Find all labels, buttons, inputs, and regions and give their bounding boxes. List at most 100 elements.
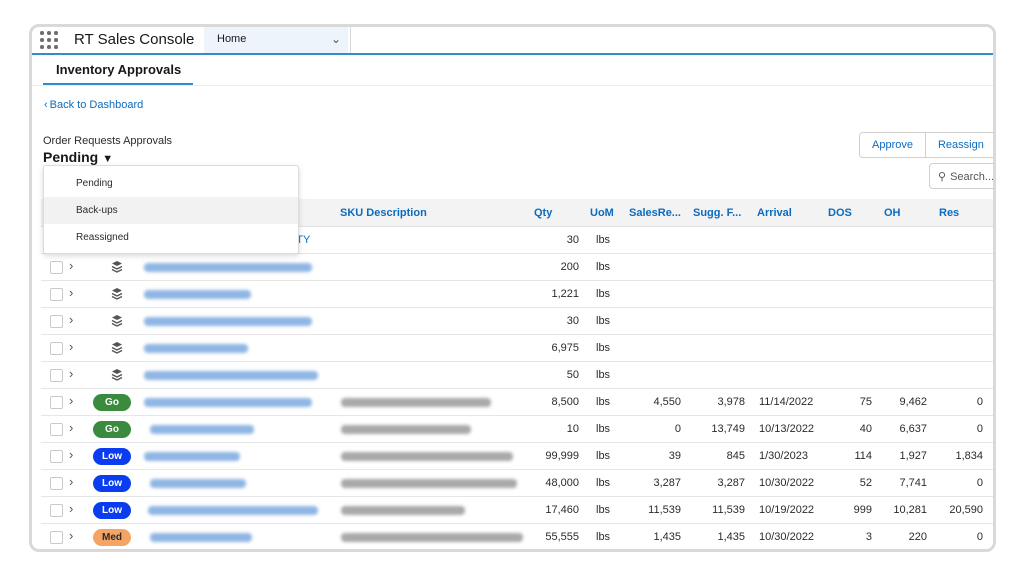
dos-cell: 40 [859, 423, 872, 435]
redacted-product-name[interactable] [144, 452, 240, 461]
search-icon: ⚲ [938, 171, 947, 183]
tab-inventory-approvals[interactable]: Inventory Approvals [43, 57, 193, 85]
redacted-product-name[interactable] [144, 263, 312, 272]
table-row[interactable]: › 1,221 lbs [41, 281, 993, 308]
redacted-product-name[interactable] [148, 506, 318, 515]
column-header-dos[interactable]: DOS [828, 207, 852, 219]
redacted-product-name[interactable] [150, 533, 252, 542]
row-checkbox[interactable] [50, 504, 63, 517]
res-cell: 0 [976, 477, 983, 489]
qty-cell: 99,999 [545, 450, 579, 462]
uom-cell: lbs [596, 450, 611, 462]
expand-row-chevron-icon[interactable]: › [69, 501, 73, 516]
dos-cell: 999 [853, 504, 872, 516]
back-to-dashboard-link[interactable]: ‹ Back to Dashboard [44, 99, 143, 111]
table-row[interactable]: › Go 8,500 lbs 4,550 3,978 11/14/2022 75 9,462 0 [41, 389, 993, 416]
column-header-arrival[interactable]: Arrival [757, 207, 792, 219]
layers-stack-icon [111, 288, 123, 300]
subtab-divider [32, 85, 993, 86]
qty-cell: 200 [560, 261, 579, 273]
table-row[interactable]: › Med 55,555 lbs 1,435 1,435 10/30/2022 3 220 0 [41, 524, 993, 549]
dos-cell: 75 [859, 396, 872, 408]
layers-stack-icon [111, 369, 123, 381]
dropdown-option-reassigned[interactable]: Reassigned [44, 224, 298, 251]
row-checkbox[interactable] [50, 315, 63, 328]
column-header-sales-rep[interactable]: SalesRe... [629, 207, 681, 219]
row-checkbox[interactable] [50, 342, 63, 355]
qty-cell: 30 [566, 315, 579, 327]
dropdown-option-pending[interactable]: Pending [44, 170, 298, 197]
arrival-cell: 1/30/2023 [759, 450, 808, 462]
res-cell: 0 [976, 423, 983, 435]
row-checkbox[interactable] [50, 369, 63, 382]
redacted-product-name[interactable] [144, 371, 318, 380]
expand-row-chevron-icon[interactable]: › [69, 285, 73, 300]
expand-row-chevron-icon[interactable]: › [69, 393, 73, 408]
layers-stack-icon [111, 261, 123, 273]
row-checkbox[interactable] [50, 261, 63, 274]
oh-cell: 10,281 [893, 504, 927, 516]
table-row[interactable]: › Go 10 lbs 0 13,749 10/13/2022 40 6,637 0 [41, 416, 993, 443]
list-view-selector[interactable]: Pending ▼ [43, 149, 113, 165]
table-row[interactable]: › Low 48,000 lbs 3,287 3,287 10/30/2022 52 7,741… [41, 470, 993, 497]
suggested-cell: 3,978 [717, 396, 745, 408]
search-input[interactable]: ⚲ Search... [929, 163, 993, 189]
expand-row-chevron-icon[interactable]: › [69, 528, 73, 543]
redacted-sku-description [341, 398, 491, 407]
redacted-sku-description [341, 479, 517, 488]
uom-cell: lbs [596, 477, 611, 489]
table-row[interactable]: › Low 99,999 lbs 39 845 1/30/2023 114 1,927 1,834 [41, 443, 993, 470]
redacted-product-name[interactable] [144, 398, 312, 407]
table-row[interactable]: › Low 17,460 lbs 11,539 11,539 10/19/2022 999 10… [41, 497, 993, 524]
app-name: RT Sales Console [74, 31, 195, 48]
table-row[interactable]: › 200 lbs [41, 254, 993, 281]
dropdown-option-back-ups[interactable]: Back-ups [44, 197, 298, 224]
redacted-sku-description [341, 533, 523, 542]
expand-row-chevron-icon[interactable]: › [69, 420, 73, 435]
reassign-button[interactable]: Reassign [924, 133, 993, 157]
table-row[interactable]: › 30 lbs [41, 308, 993, 335]
table-row[interactable]: › 6,975 lbs [41, 335, 993, 362]
sales-rep-cell: 0 [674, 423, 681, 435]
qty-cell: 50 [566, 369, 579, 381]
app-launcher-grid-icon[interactable] [39, 30, 59, 50]
redacted-sku-description [341, 452, 513, 461]
table-row[interactable]: › 50 lbs [41, 362, 993, 389]
approve-button[interactable]: Approve [860, 133, 925, 157]
expand-row-chevron-icon[interactable]: › [69, 258, 73, 273]
row-checkbox[interactable] [50, 423, 63, 436]
column-header-res[interactable]: Res [939, 207, 959, 219]
arrival-cell: 11/14/2022 [759, 396, 814, 408]
expand-row-chevron-icon[interactable]: › [69, 447, 73, 462]
redacted-product-name[interactable] [144, 317, 312, 326]
qty-cell: 10 [566, 423, 579, 435]
redacted-product-name[interactable] [150, 425, 254, 434]
res-cell: 1,834 [955, 450, 983, 462]
redacted-product-name[interactable] [144, 290, 251, 299]
column-header-oh[interactable]: OH [884, 207, 901, 219]
status-badge: Go [93, 394, 131, 411]
expand-row-chevron-icon[interactable]: › [69, 312, 73, 327]
expand-row-chevron-icon[interactable]: › [69, 366, 73, 381]
redacted-product-name[interactable] [144, 344, 248, 353]
row-checkbox[interactable] [50, 450, 63, 463]
row-checkbox[interactable] [50, 288, 63, 301]
column-header-uom[interactable]: UoM [590, 207, 614, 219]
column-header-qty[interactable]: Qty [534, 207, 552, 219]
status-badge: Go [93, 421, 131, 438]
qty-cell: 55,555 [545, 531, 579, 543]
uom-cell: lbs [596, 396, 611, 408]
row-checkbox[interactable] [50, 396, 63, 409]
uom-cell: lbs [596, 342, 611, 354]
row-checkbox[interactable] [50, 531, 63, 544]
row-checkbox[interactable] [50, 477, 63, 490]
console-window: RT Sales Console Home ⌄ Inventory Approv… [29, 24, 996, 552]
redacted-product-name[interactable] [150, 479, 246, 488]
expand-row-chevron-icon[interactable]: › [69, 474, 73, 489]
qty-cell: 17,460 [545, 504, 579, 516]
caret-down-icon: ▼ [102, 153, 114, 165]
column-header-sku-description[interactable]: SKU Description [340, 207, 427, 219]
expand-row-chevron-icon[interactable]: › [69, 339, 73, 354]
chevron-down-icon[interactable]: ⌄ [322, 27, 350, 53]
column-header-suggested[interactable]: Sugg. F... [693, 207, 741, 219]
